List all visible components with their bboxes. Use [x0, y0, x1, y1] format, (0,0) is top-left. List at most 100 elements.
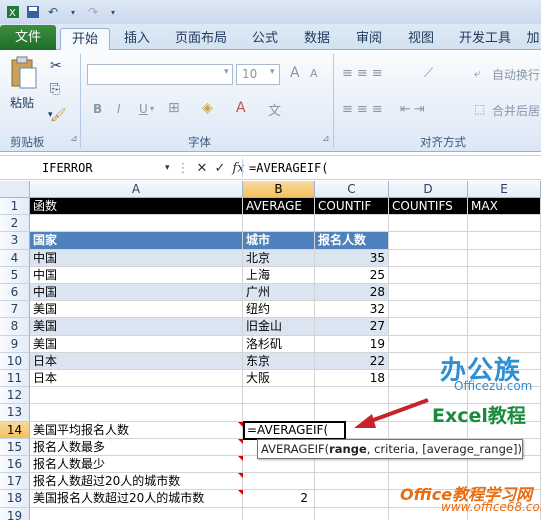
cut-icon[interactable]: ✂ — [50, 58, 62, 74]
italic-button[interactable]: I — [117, 102, 121, 116]
cell[interactable]: 日本 — [30, 352, 243, 370]
cell[interactable]: 22 — [315, 352, 389, 370]
tab-addins[interactable]: 加 — [525, 28, 541, 50]
cell[interactable]: 25 — [315, 266, 389, 284]
cell[interactable]: 35 — [315, 249, 389, 267]
cell[interactable]: 18 — [315, 370, 389, 388]
cell[interactable] — [315, 473, 389, 491]
row-header-1[interactable]: 1 — [0, 198, 30, 216]
cell[interactable]: 报名人数最多 — [30, 438, 243, 456]
cell[interactable] — [389, 301, 468, 319]
cell[interactable] — [243, 473, 315, 491]
bold-button[interactable]: B — [93, 102, 102, 116]
cell[interactable]: 2 — [243, 490, 315, 508]
cell[interactable]: 旧金山 — [243, 318, 315, 336]
cell[interactable] — [243, 507, 315, 520]
merge-center-button[interactable]: 合并后居 — [492, 102, 540, 119]
cell[interactable]: 中国 — [30, 249, 243, 267]
tab-data[interactable]: 数据 — [296, 28, 338, 50]
cell[interactable]: 北京 — [243, 249, 315, 267]
customize-qat-icon[interactable]: ▾ — [106, 5, 120, 19]
cell[interactable]: 国家 — [30, 232, 243, 250]
row-header-14[interactable]: 14 — [0, 421, 30, 439]
cell[interactable] — [389, 266, 468, 284]
save-icon[interactable] — [26, 5, 40, 19]
tab-insert[interactable]: 插入 — [116, 28, 158, 50]
row-header-16[interactable]: 16 — [0, 456, 30, 474]
cell[interactable] — [389, 284, 468, 302]
cell[interactable] — [468, 232, 541, 250]
cell[interactable] — [30, 404, 243, 422]
row-header-2[interactable]: 2 — [0, 215, 30, 233]
enter-icon[interactable]: ✓ — [214, 161, 225, 176]
active-cell-editor[interactable]: =AVERAGEIF( — [243, 420, 346, 440]
row-header-18[interactable]: 18 — [0, 490, 30, 508]
undo-dropdown-icon[interactable]: ▾ — [66, 5, 80, 19]
cell[interactable] — [389, 232, 468, 250]
cell[interactable]: 19 — [315, 335, 389, 353]
cancel-icon[interactable]: ✕ — [197, 161, 208, 176]
cell[interactable]: 报名人数最少 — [30, 456, 243, 474]
cell[interactable]: 中国 — [30, 266, 243, 284]
name-box-dropdown-icon[interactable]: ▾ — [165, 163, 170, 173]
row-header-4[interactable]: 4 — [0, 249, 30, 267]
row-header-19[interactable]: 19 — [0, 507, 30, 520]
font-name-dropdown-icon[interactable]: ▾ — [224, 67, 229, 77]
cell[interactable]: 美国 — [30, 318, 243, 336]
cell[interactable] — [243, 387, 315, 405]
shrink-font-icon[interactable]: A — [310, 67, 318, 80]
cell[interactable] — [389, 215, 468, 233]
cell[interactable] — [468, 215, 541, 233]
tooltip-current-arg[interactable]: range — [329, 442, 367, 456]
cell[interactable]: AVERAGE — [243, 198, 315, 216]
cell[interactable]: 洛杉矶 — [243, 335, 315, 353]
cell[interactable] — [468, 301, 541, 319]
orientation-icon[interactable]: ⟋ — [424, 66, 433, 81]
cell[interactable]: 城市 — [243, 232, 315, 250]
cell[interactable]: 27 — [315, 318, 389, 336]
row-header-5[interactable]: 5 — [0, 266, 30, 284]
cell[interactable]: 32 — [315, 301, 389, 319]
cell[interactable] — [468, 266, 541, 284]
row-header-7[interactable]: 7 — [0, 301, 30, 319]
tab-review[interactable]: 审阅 — [348, 28, 390, 50]
cell[interactable]: 中国 — [30, 284, 243, 302]
cell[interactable]: 东京 — [243, 352, 315, 370]
cell[interactable] — [30, 215, 243, 233]
resize-handle-icon[interactable]: ⋮ — [177, 161, 190, 176]
tab-formulas[interactable]: 公式 — [244, 28, 286, 50]
tab-view[interactable]: 视图 — [400, 28, 442, 50]
row-header-12[interactable]: 12 — [0, 387, 30, 405]
cell[interactable] — [315, 507, 389, 520]
cell[interactable]: 上海 — [243, 266, 315, 284]
row-header-13[interactable]: 13 — [0, 404, 30, 422]
column-header-a[interactable]: A — [30, 181, 243, 198]
row-header-10[interactable]: 10 — [0, 352, 30, 370]
merge-icon[interactable]: ⬚ — [474, 102, 485, 116]
cell[interactable] — [243, 404, 315, 422]
cell[interactable]: 美国报名人数超过20人的城市数 — [30, 490, 243, 508]
row-header-15[interactable]: 15 — [0, 438, 30, 456]
tab-file[interactable]: 文件 — [0, 25, 56, 50]
cell[interactable] — [468, 284, 541, 302]
name-box[interactable]: IFERROR — [32, 159, 159, 177]
row-header-9[interactable]: 9 — [0, 335, 30, 353]
formula-input[interactable]: =AVERAGEIF( — [242, 159, 541, 177]
cell[interactable]: COUNTIF — [315, 198, 389, 216]
cell[interactable] — [468, 318, 541, 336]
cell[interactable] — [315, 215, 389, 233]
clipboard-launcher-icon[interactable]: ⊿ — [70, 134, 78, 144]
cell[interactable]: MAX — [468, 198, 541, 216]
wrap-text-icon[interactable]: ⤶ — [474, 66, 481, 81]
cell[interactable]: 美国 — [30, 335, 243, 353]
font-color-icon[interactable]: A — [236, 100, 246, 116]
format-painter-icon[interactable]: 🖌 — [50, 108, 67, 123]
row-header-6[interactable]: 6 — [0, 284, 30, 302]
cell[interactable] — [30, 507, 243, 520]
horizontal-align-icons[interactable]: ≡≡≡ — [342, 102, 387, 117]
column-header-c[interactable]: C — [315, 181, 389, 198]
row-header-17[interactable]: 17 — [0, 473, 30, 491]
paste-icon[interactable] — [8, 56, 38, 95]
cell[interactable]: COUNTIFS — [389, 198, 468, 216]
cell[interactable]: 日本 — [30, 370, 243, 388]
